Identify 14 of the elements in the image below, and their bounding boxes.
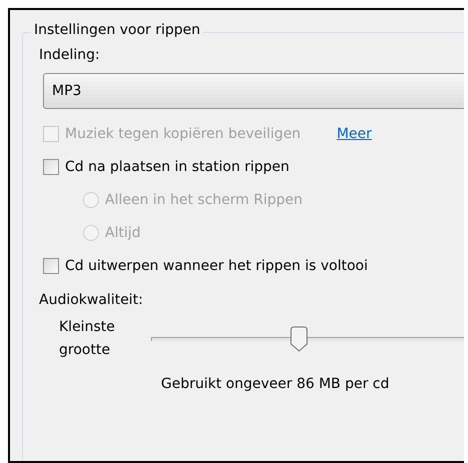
size-note: Gebruikt ongeveer 86 MB per cd <box>161 376 390 392</box>
checkbox[interactable] <box>43 158 59 174</box>
format-dropdown[interactable]: MP3 <box>43 73 464 109</box>
option-label: Muziek tegen kopiëren beveiligen <box>65 126 301 142</box>
slider-thumb[interactable] <box>290 326 308 352</box>
group-title: Instellingen voor rippen <box>31 22 204 38</box>
option-label: Cd na plaatsen in station rippen <box>65 158 290 174</box>
quality-label: Audiokwaliteit: <box>39 292 144 308</box>
min-size-label: Kleinste grootte <box>59 318 116 360</box>
format-label: Indeling: <box>39 47 101 63</box>
option-label: Alleen in het scherm Rippen <box>105 192 302 208</box>
option-label: Cd uitwerpen wanneer het rippen is voltooi <box>65 258 368 274</box>
option-label: Altijd <box>105 224 141 240</box>
checkbox[interactable] <box>43 258 59 274</box>
